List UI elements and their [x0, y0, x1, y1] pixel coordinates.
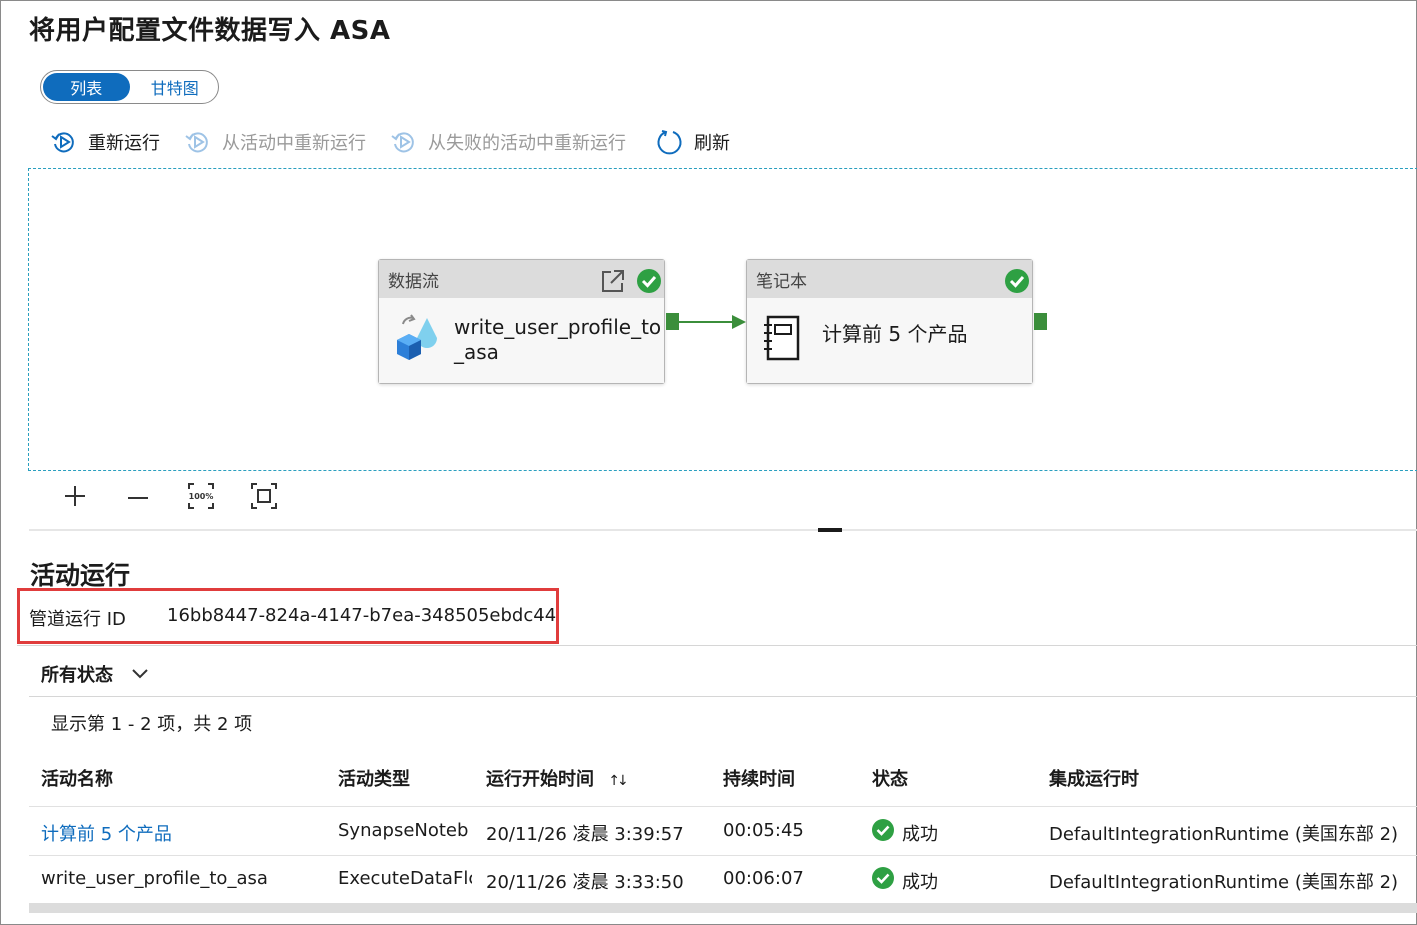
plus-icon	[65, 486, 85, 506]
rerun-icon	[51, 132, 74, 153]
notebook-activity-node[interactable]: 笔记本 计算前 5 个产品	[746, 259, 1033, 384]
integration-runtime: DefaultIntegrationRuntime (美国东部 2)	[1049, 872, 1399, 893]
connector-arrow	[678, 315, 746, 329]
rerun-from-activity-label: 从活动中重新运行	[222, 133, 366, 154]
success-icon	[872, 819, 894, 841]
output-port[interactable]	[1034, 313, 1047, 330]
col-activity-type[interactable]: 活动类型	[338, 765, 410, 791]
duration: 00:05:45	[723, 820, 804, 841]
run-start: 20/11/26 凌晨 3:33:50	[486, 872, 684, 893]
activity-type: SynapseNoteb	[338, 820, 469, 841]
integration-runtime: DefaultIntegrationRuntime (美国东部 2)	[1049, 824, 1399, 845]
zoom-controls: 100%	[62, 483, 314, 509]
activity-name-link[interactable]: 计算前 5 个产品	[41, 820, 172, 846]
node-name-line1: write_user_profile_to	[454, 315, 662, 339]
rerun-button[interactable]: 重新运行	[50, 128, 160, 156]
tab-gantt[interactable]: 甘特图	[132, 71, 219, 103]
item-count: 显示第 1 - 2 项，共 2 项	[51, 714, 253, 735]
pane-divider	[29, 529, 1417, 531]
success-check-icon	[1005, 269, 1029, 293]
horizontal-scrollbar[interactable]	[29, 903, 1417, 913]
activity-runs-title: 活动运行	[30, 561, 131, 590]
zoom-100-button[interactable]: 100%	[188, 483, 214, 509]
col-status[interactable]: 状态	[872, 765, 908, 791]
run-id-label: 管道运行 ID	[29, 609, 126, 630]
duration: 00:06:07	[723, 868, 804, 889]
minus-icon	[128, 497, 148, 499]
rerun-from-activity-button[interactable]: 从活动中重新运行	[184, 128, 366, 156]
resize-handle[interactable]	[818, 528, 842, 532]
col-integration-runtime[interactable]: 集成运行时	[1049, 765, 1139, 791]
chevron-down-icon	[132, 669, 148, 679]
toolbar: 重新运行 从活动中重新运行 从失败的活动中重新运行 刷新	[50, 126, 754, 158]
node-name: 计算前 5 个产品	[822, 322, 968, 346]
zoom-in-button[interactable]	[62, 483, 88, 509]
activity-type: ExecuteDataFlc	[338, 868, 472, 889]
run-start: 20/11/26 凌晨 3:39:57	[486, 824, 684, 845]
refresh-icon	[657, 130, 682, 155]
external-link-icon[interactable]	[600, 268, 626, 294]
run-id-value: 16bb8447-824a-4147-b7ea-348505ebdc44	[167, 605, 557, 626]
separator	[29, 696, 1417, 697]
zoom-100-text: 100%	[189, 492, 214, 501]
sort-icon[interactable]: ↑↓	[608, 773, 629, 789]
rerun-label: 重新运行	[88, 133, 160, 154]
table-header-border	[29, 806, 1417, 807]
status-filter-label: 所有状态	[41, 665, 113, 686]
page-title: 将用户配置文件数据写入 ASA	[29, 16, 391, 46]
success-check-icon	[637, 269, 661, 293]
col-run-start-label: 运行开始时间	[486, 769, 594, 790]
refresh-label: 刷新	[694, 133, 730, 154]
dataflow-activity-node[interactable]: 数据流 write_user_profile_to _asa	[378, 259, 665, 384]
node-type-label: 笔记本	[756, 271, 807, 292]
status-text: 成功	[902, 872, 938, 893]
zoom-out-button[interactable]	[125, 483, 151, 509]
view-toggle: 列表 甘特图	[40, 70, 219, 104]
rerun-from-failed-button[interactable]: 从失败的活动中重新运行	[390, 128, 626, 156]
col-duration[interactable]: 持续时间	[723, 765, 795, 791]
col-activity-name[interactable]: 活动名称	[41, 765, 113, 791]
node-name-line2: _asa	[454, 340, 499, 364]
rerun-from-failed-icon	[391, 132, 414, 153]
dataflow-icon	[397, 314, 437, 360]
tab-list[interactable]: 列表	[43, 73, 130, 101]
refresh-button[interactable]: 刷新	[656, 128, 730, 156]
fit-screen-icon	[251, 483, 277, 509]
notebook-icon	[764, 315, 800, 361]
rerun-from-failed-label: 从失败的活动中重新运行	[428, 133, 626, 154]
node-type-label: 数据流	[388, 271, 439, 292]
success-icon	[872, 867, 894, 889]
activity-name[interactable]: write_user_profile_to_asa	[41, 868, 268, 889]
rerun-from-activity-icon	[185, 132, 208, 153]
col-run-start[interactable]: 运行开始时间 ↑↓	[486, 765, 629, 791]
separator	[17, 645, 1417, 646]
zoom-100-icon: 100%	[188, 483, 214, 509]
row-border	[29, 855, 1417, 856]
fit-to-screen-button[interactable]	[251, 483, 277, 509]
status-filter-dropdown[interactable]: 所有状态	[41, 661, 149, 687]
status-text: 成功	[902, 824, 938, 845]
